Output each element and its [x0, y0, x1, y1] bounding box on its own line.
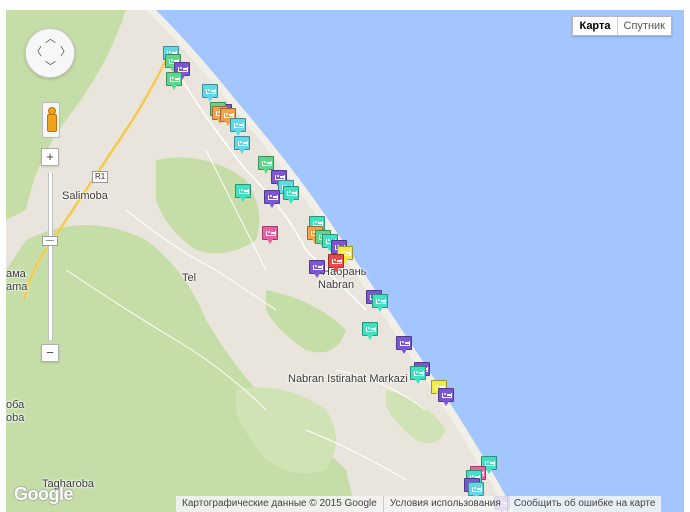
hotel-bed-icon	[376, 299, 386, 304]
map-type-control: Карта Спутник	[572, 16, 672, 36]
hotel-marker[interactable]	[362, 322, 378, 342]
pan-right-icon[interactable]: 〉	[60, 47, 71, 58]
hotel-bed-icon	[239, 189, 249, 194]
map-type-map-button[interactable]: Карта	[573, 17, 618, 35]
place-label: оба	[6, 399, 25, 411]
hotel-bed-icon	[287, 191, 297, 196]
hotel-marker[interactable]	[309, 260, 325, 280]
map-data-attribution: Картографические данные © 2015 Google	[182, 498, 377, 509]
place-label: Nabran	[318, 279, 355, 291]
pan-down-icon[interactable]: ﹀	[45, 62, 56, 73]
hotel-marker[interactable]	[283, 186, 299, 206]
hotel-marker[interactable]	[328, 254, 344, 274]
pan-control[interactable]: ︿ ﹀ 〈 〉	[25, 28, 75, 78]
place-label: ama	[6, 281, 28, 293]
report-error-link[interactable]: Сообщить об ошибке на карте	[506, 496, 662, 512]
hotel-bed-icon	[313, 265, 323, 270]
hotel-marker[interactable]	[396, 336, 412, 356]
hotel-bed-icon	[170, 77, 180, 82]
zoom-slider-handle[interactable]	[42, 236, 58, 246]
hotel-bed-icon	[206, 89, 216, 94]
zoom-in-button[interactable]: +	[41, 148, 59, 166]
place-label: oba	[6, 412, 25, 424]
hotel-bed-icon	[485, 461, 495, 466]
hotel-bed-icon	[366, 327, 376, 332]
hotel-marker[interactable]	[438, 388, 454, 408]
zoom-out-button[interactable]: −	[41, 344, 59, 362]
hotel-marker[interactable]	[234, 136, 250, 156]
place-label: Tel	[182, 272, 197, 284]
hotel-bed-icon	[238, 141, 248, 146]
hotel-bed-icon	[442, 393, 452, 398]
google-logo[interactable]: Google	[14, 484, 74, 505]
hotel-marker[interactable]	[372, 294, 388, 314]
map-canvas[interactable]: R1 Salimoba Tel Набрань Nabran Nabran Is…	[6, 10, 684, 512]
hotel-marker[interactable]	[410, 366, 426, 386]
zoom-slider-track[interactable]	[48, 173, 53, 340]
hotel-bed-icon	[332, 259, 342, 264]
place-label: ама	[6, 268, 26, 280]
street-view-pegman-icon[interactable]	[42, 102, 60, 138]
place-label: Nabran Istirahat Markazi	[288, 373, 408, 385]
road-shield-r1: R1	[92, 171, 109, 183]
hotel-bed-icon	[234, 123, 244, 128]
map-footer: Картографические данные © 2015 Google Ус…	[176, 496, 662, 512]
hotel-marker[interactable]	[235, 184, 251, 204]
pan-up-icon[interactable]: ︿	[45, 34, 56, 45]
hotel-bed-icon	[268, 195, 278, 200]
hotel-bed-icon	[266, 231, 276, 236]
hotel-marker[interactable]	[230, 118, 246, 138]
hotel-bed-icon	[262, 161, 272, 166]
pan-left-icon[interactable]: 〈	[31, 47, 42, 58]
hotel-marker[interactable]	[202, 84, 218, 104]
hotel-bed-icon	[400, 341, 410, 346]
hotel-bed-icon	[414, 371, 424, 376]
terms-link[interactable]: Условия использования	[382, 496, 507, 512]
place-label: Salimoba	[62, 190, 108, 202]
hotel-marker[interactable]	[166, 72, 182, 92]
hotel-marker[interactable]	[264, 190, 280, 210]
hotel-marker[interactable]	[262, 226, 278, 246]
map-type-satellite-button[interactable]: Спутник	[618, 17, 671, 35]
hotel-bed-icon	[472, 487, 482, 492]
